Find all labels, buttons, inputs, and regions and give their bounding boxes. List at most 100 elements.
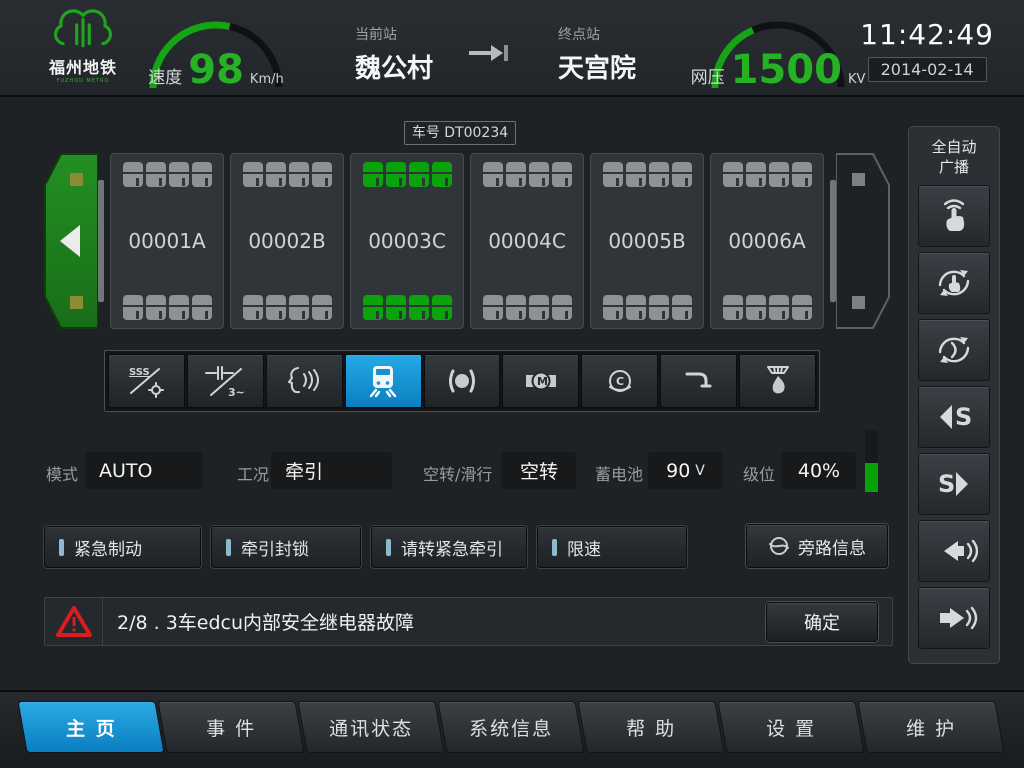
train-number-badge: 车号 DT00234 bbox=[404, 121, 516, 145]
car-id: 00001A bbox=[111, 229, 223, 253]
route-arrow-icon bbox=[465, 42, 509, 68]
svg-text:3~: 3~ bbox=[228, 386, 245, 398]
door-icon bbox=[483, 295, 503, 320]
toolbar-train-button[interactable] bbox=[345, 354, 422, 408]
car-doors-bottom bbox=[231, 295, 343, 320]
car-5[interactable]: 00005B bbox=[590, 153, 704, 329]
door-icon bbox=[746, 162, 766, 187]
condition-label: 工况 bbox=[237, 461, 269, 485]
head-lamp-top bbox=[70, 173, 83, 186]
door-icon bbox=[289, 295, 309, 320]
door-icon bbox=[723, 295, 743, 320]
toolbar-motor-button[interactable]: M bbox=[502, 354, 579, 408]
tab-events[interactable]: 事 件 bbox=[157, 701, 304, 753]
door-icon bbox=[792, 295, 812, 320]
status-marker bbox=[386, 539, 391, 556]
dest-station-block: 终点站 天宫院 bbox=[558, 24, 636, 85]
car-id: 00003C bbox=[351, 229, 463, 253]
hand-cycle-button[interactable] bbox=[918, 252, 990, 314]
hand-cycle-icon bbox=[932, 261, 976, 305]
current-station-label: 当前站 bbox=[355, 24, 433, 44]
car-id: 00002B bbox=[231, 229, 343, 253]
speed-label: 速度 bbox=[148, 63, 182, 88]
tab-system-info[interactable]: 系统信息 bbox=[437, 701, 584, 753]
toolbar-lighting-isolation-button[interactable]: SSS bbox=[108, 354, 185, 408]
door-icon bbox=[192, 295, 212, 320]
logo-subtitle: FUZHOU METRO bbox=[28, 78, 138, 84]
announce-left-button[interactable] bbox=[918, 520, 990, 582]
audio-cycle-button[interactable] bbox=[918, 319, 990, 381]
audio-cycle-icon bbox=[932, 328, 976, 372]
train-head-left[interactable] bbox=[44, 153, 98, 329]
alert-icon-cell bbox=[45, 598, 103, 645]
train-icon bbox=[361, 364, 405, 398]
train-head-right[interactable] bbox=[836, 153, 890, 329]
tab-help[interactable]: 帮 助 bbox=[577, 701, 724, 753]
toolbar-pa-broadcast-button[interactable] bbox=[266, 354, 343, 408]
emergency-brake-button[interactable]: 紧急制动 bbox=[44, 526, 201, 568]
status-marker bbox=[552, 539, 557, 556]
car-3[interactable]: 00003C bbox=[350, 153, 464, 329]
traction-lock-button[interactable]: 牵引封锁 bbox=[211, 526, 361, 568]
speed-value: 98 bbox=[188, 52, 244, 88]
door-icon bbox=[123, 295, 143, 320]
announce-right-icon bbox=[930, 596, 978, 640]
car-4[interactable]: 00004C bbox=[470, 153, 584, 329]
tab-home[interactable]: 主 页 bbox=[17, 701, 164, 753]
voltage-label: 网压 bbox=[691, 63, 725, 88]
door-icon bbox=[312, 295, 332, 320]
svg-text:C: C bbox=[616, 375, 624, 388]
emergency-traction-button[interactable]: 请转紧急牵引 bbox=[371, 526, 527, 568]
tab-comm-status[interactable]: 通讯状态 bbox=[297, 701, 444, 753]
slip-label: 空转/滑行 bbox=[423, 461, 492, 485]
door-icon bbox=[146, 295, 166, 320]
tab-maintenance[interactable]: 维 护 bbox=[857, 701, 1004, 753]
voltage-value: 1500 bbox=[731, 52, 842, 88]
motor-icon: M bbox=[519, 364, 563, 398]
confirm-button[interactable]: 确定 bbox=[766, 602, 878, 642]
battery-value: 90V bbox=[648, 452, 723, 489]
car-1[interactable]: 00001A bbox=[110, 153, 224, 329]
car-2[interactable]: 00002B bbox=[230, 153, 344, 329]
car-doors-bottom bbox=[711, 295, 823, 320]
door-icon bbox=[603, 295, 623, 320]
pa-broadcast-icon bbox=[282, 364, 326, 398]
level-bar-fill bbox=[865, 463, 878, 492]
speed-limit-button[interactable]: 限速 bbox=[537, 526, 687, 568]
toolbar-compressor-button[interactable]: C bbox=[581, 354, 658, 408]
car-doors-bottom bbox=[471, 295, 583, 320]
door-icon bbox=[769, 162, 789, 187]
next-station-button[interactable]: S bbox=[918, 453, 990, 515]
tcms-screen: 福州地铁 FUZHOU METRO 速度 98 Km/h 当前站 魏公村 bbox=[0, 0, 1024, 768]
metro-logo: 福州地铁 FUZHOU METRO bbox=[28, 6, 138, 84]
svg-text:S: S bbox=[938, 470, 955, 498]
toolbar-inverter-isolation-button[interactable]: 3~ bbox=[187, 354, 264, 408]
compressor-icon: C bbox=[598, 364, 642, 398]
door-icon bbox=[672, 295, 692, 320]
car-6[interactable]: 00006A bbox=[710, 153, 824, 329]
door-icon bbox=[529, 295, 549, 320]
toolbar-fire-alarm-button[interactable] bbox=[739, 354, 816, 408]
announce-right-button[interactable] bbox=[918, 587, 990, 649]
prev-station-button[interactable]: S bbox=[918, 386, 990, 448]
toolbar-pantograph-button[interactable] bbox=[660, 354, 737, 408]
hand-tap-button[interactable] bbox=[918, 185, 990, 247]
door-icon bbox=[626, 162, 646, 187]
voltage-gauge: 网压 1500 KV bbox=[700, 8, 856, 94]
fault-alert-bar: 2/8 . 3车edcu内部安全继电器故障 确定 bbox=[44, 597, 893, 646]
door-icon bbox=[432, 295, 452, 320]
toolbar-brake-button[interactable] bbox=[424, 354, 501, 408]
door-icon bbox=[289, 162, 309, 187]
door-icon bbox=[266, 162, 286, 187]
battery-label: 蓄电池 bbox=[595, 461, 643, 485]
door-icon bbox=[363, 295, 383, 320]
door-icon bbox=[552, 162, 572, 187]
pantograph-icon bbox=[677, 364, 721, 398]
door-icon bbox=[649, 162, 669, 187]
door-icon bbox=[506, 295, 526, 320]
cloud-logo-icon bbox=[51, 6, 115, 52]
door-icon bbox=[409, 295, 429, 320]
bypass-info-button[interactable]: 旁路信息 bbox=[746, 524, 888, 568]
door-icon bbox=[146, 162, 166, 187]
tab-settings[interactable]: 设 置 bbox=[717, 701, 864, 753]
